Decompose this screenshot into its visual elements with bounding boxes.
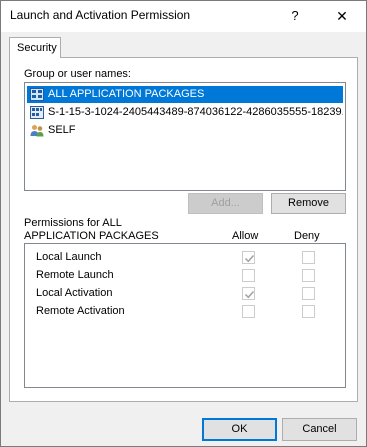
permission-name: Remote Launch [36, 269, 114, 281]
deny-checkbox-remote-activation[interactable] [302, 305, 315, 318]
deny-column-header: Deny [294, 230, 320, 242]
deny-checkbox-local-activation[interactable] [302, 287, 315, 300]
allow-checkbox-local-activation[interactable] [242, 287, 255, 300]
permission-name: Remote Activation [36, 305, 125, 317]
permissions-list: Local Launch Remote Launch Local Activat… [24, 243, 346, 388]
list-item-label: SELF [48, 124, 76, 136]
ok-button[interactable]: OK [202, 418, 277, 441]
allow-checkbox-local-launch[interactable] [242, 251, 255, 264]
list-item-all-application-packages[interactable]: ALL APPLICATION PACKAGES [27, 86, 343, 103]
list-item-label: ALL APPLICATION PACKAGES [48, 88, 205, 100]
permission-row-remote-launch: Remote Launch [25, 267, 345, 285]
deny-checkbox-local-launch[interactable] [302, 251, 315, 264]
help-button[interactable]: ? [285, 6, 305, 26]
permission-row-local-activation: Local Activation [25, 285, 345, 303]
list-item-self[interactable]: SELF [27, 122, 343, 139]
permissions-label-line1: Permissions for ALL [24, 217, 122, 229]
permission-name: Local Launch [36, 251, 102, 263]
add-button[interactable]: Add... [188, 193, 263, 214]
deny-checkbox-remote-launch[interactable] [302, 269, 315, 282]
tab-security-label: Security [17, 42, 57, 54]
window-title: Launch and Activation Permission [10, 8, 191, 22]
group-names-label: Group or user names: [24, 68, 131, 80]
permissions-label-line2: APPLICATION PACKAGES [24, 230, 159, 242]
security-tab-panel: Group or user names: ALL APPLICATION PAC… [9, 57, 358, 402]
app-packages-icon [30, 88, 44, 101]
remove-button[interactable]: Remove [271, 193, 346, 214]
list-item-label: S-1-15-3-1024-2405443489-874036122-42860… [48, 106, 343, 118]
tab-security[interactable]: Security [9, 37, 61, 58]
permission-row-remote-activation: Remote Activation [25, 303, 345, 321]
users-icon [30, 124, 44, 137]
list-item-capability-sid[interactable]: S-1-15-3-1024-2405443489-874036122-42860… [27, 104, 343, 121]
allow-column-header: Allow [232, 230, 259, 242]
allow-checkbox-remote-activation[interactable] [242, 305, 255, 318]
title-bar: Launch and Activation Permission ? ✕ [1, 1, 366, 32]
cancel-button[interactable]: Cancel [282, 418, 357, 441]
allow-checkbox-remote-launch[interactable] [242, 269, 255, 282]
capability-icon [30, 106, 44, 119]
group-user-listbox[interactable]: ALL APPLICATION PACKAGES S-1-15-3-1024-2… [24, 82, 346, 191]
close-button[interactable]: ✕ [327, 5, 357, 27]
permission-row-local-launch: Local Launch [25, 249, 345, 267]
permission-dialog: Launch and Activation Permission ? ✕ Sec… [0, 0, 367, 447]
permission-name: Local Activation [36, 287, 113, 299]
